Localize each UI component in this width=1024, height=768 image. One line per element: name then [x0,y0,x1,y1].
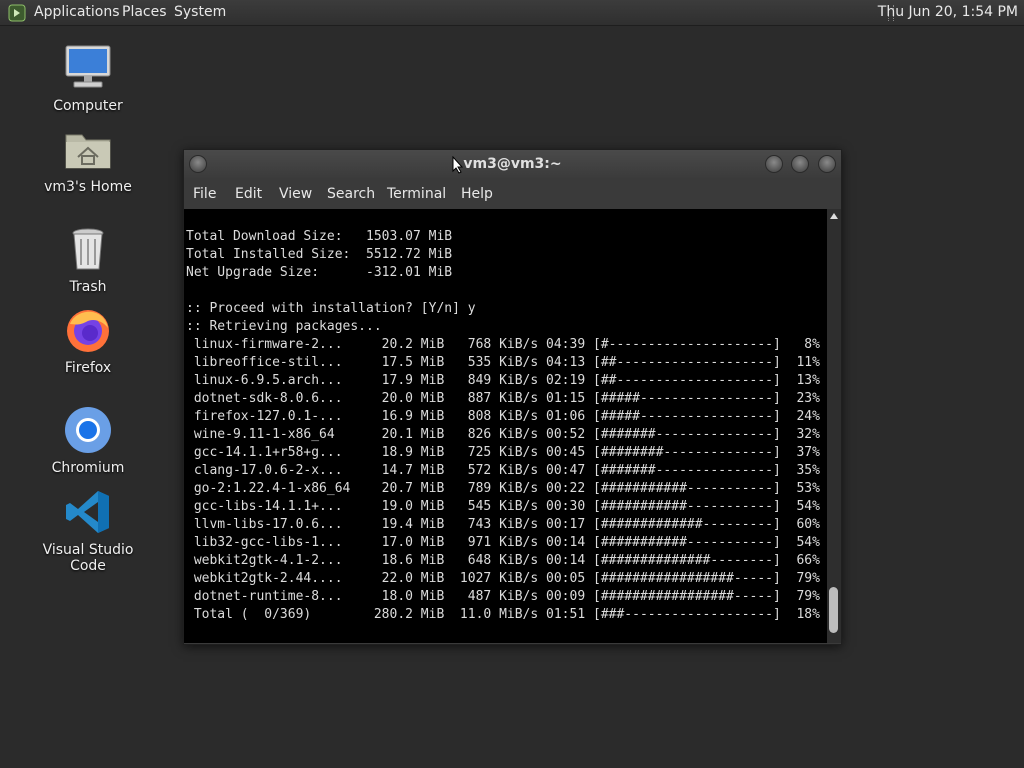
top-panel: Applications Places System Thu Jun 20, 1… [0,0,1024,26]
vscode-icon [64,488,112,536]
terminal-text: Total Download Size: 1503.07 MiB Total In… [186,228,820,624]
mouse-cursor-icon [452,156,464,174]
desktop-icon-vscode[interactable]: Visual Studio Code [23,488,153,574]
menu-terminal[interactable]: Terminal [387,186,446,202]
desktop-icon-label: Visual Studio Code [42,542,134,574]
minimize-icon[interactable] [765,155,783,173]
window-titlebar[interactable]: vm3@vm3:~ [184,150,841,178]
desktop-icon-label: Trash [69,279,107,295]
window-menubar: File Edit View Search Terminal Help [184,178,841,209]
terminal-line: linux-6.9.5.arch... 17.9 MiB 849 KiB/s 0… [186,373,820,388]
maximize-icon[interactable] [791,155,809,173]
terminal-line: wine-9.11-1-x86_64 20.1 MiB 826 KiB/s 00… [186,427,820,442]
menu-logo-icon[interactable] [8,4,26,22]
desktop-icon-trash[interactable]: Trash [23,225,153,295]
terminal-line: dotnet-sdk-8.0.6... 20.0 MiB 887 KiB/s 0… [186,391,820,406]
terminal-line: libreoffice-stil... 17.5 MiB 535 KiB/s 0… [186,355,820,370]
desktop-icon-label: Firefox [64,360,112,376]
terminal-scrollbar[interactable] [827,209,841,643]
terminal-line: webkit2gtk-2.44.... 22.0 MiB 1027 KiB/s … [186,571,820,586]
computer-icon [64,44,112,92]
terminal-line: :: Retrieving packages... [186,319,382,334]
terminal-line: Total Installed Size: 5512.72 MiB [186,247,453,262]
terminal-line: :: Proceed with installation? [Y/n] y [186,301,476,316]
menu-view[interactable]: View [279,186,312,202]
desktop-icon-label: vm3's Home [44,179,132,195]
terminal-line: lib32-gcc-libs-1... 17.0 MiB 971 KiB/s 0… [186,535,820,550]
desktop-icon-home[interactable]: vm3's Home [23,125,153,195]
firefox-icon [64,306,112,354]
terminal-line: Net Upgrade Size: -312.01 MiB [186,265,453,280]
terminal-line: Total Download Size: 1503.07 MiB [186,229,453,244]
terminal-window: vm3@vm3:~ File Edit View Search Terminal… [183,149,842,645]
terminal-output[interactable]: Total Download Size: 1503.07 MiB Total In… [184,209,827,643]
desktop-icon-label: Chromium [51,460,125,476]
home-folder-icon [64,125,112,173]
desktop-icon-label: Computer [53,98,123,114]
terminal-line: clang-17.0.6-2-x... 14.7 MiB 572 KiB/s 0… [186,463,820,478]
scroll-up-icon[interactable] [830,213,838,219]
terminal-line: Total ( 0/369) 280.2 MiB 11.0 MiB/s 01:5… [186,607,820,622]
applications-menu[interactable]: Applications [34,4,120,20]
desktop-icon-computer[interactable]: Computer [23,44,153,114]
terminal-line: llvm-libs-17.0.6... 19.4 MiB 743 KiB/s 0… [186,517,820,532]
places-menu[interactable]: Places [122,4,167,20]
terminal-line: firefox-127.0.1-... 16.9 MiB 808 KiB/s 0… [186,409,820,424]
desktop-icon-chromium[interactable]: Chromium [23,406,153,476]
menu-edit[interactable]: Edit [235,186,262,202]
scrollbar-thumb[interactable] [829,587,838,633]
menu-search[interactable]: Search [327,186,375,202]
terminal-line: webkit2gtk-4.1-2... 18.6 MiB 648 KiB/s 0… [186,553,820,568]
terminal-line: linux-firmware-2... 20.2 MiB 768 KiB/s 0… [186,337,820,352]
desktop-icon-firefox[interactable]: Firefox [23,306,153,376]
close-icon[interactable] [818,155,836,173]
terminal-line: gcc-libs-14.1.1+... 19.0 MiB 545 KiB/s 0… [186,499,820,514]
trash-icon [64,225,112,273]
menu-help[interactable]: Help [461,186,493,202]
window-title: vm3@vm3:~ [463,156,562,172]
terminal-line: dotnet-runtime-8... 18.0 MiB 487 KiB/s 0… [186,589,820,604]
menu-file[interactable]: File [193,186,216,202]
chromium-icon [64,406,112,454]
system-menu[interactable]: System [174,4,226,20]
clock[interactable]: Thu Jun 20, 1:54 PM [878,4,1018,20]
terminal-line: gcc-14.1.1+r58+g... 18.9 MiB 725 KiB/s 0… [186,445,820,460]
terminal-line: go-2:1.22.4-1-x86_64 20.7 MiB 789 KiB/s … [186,481,820,496]
